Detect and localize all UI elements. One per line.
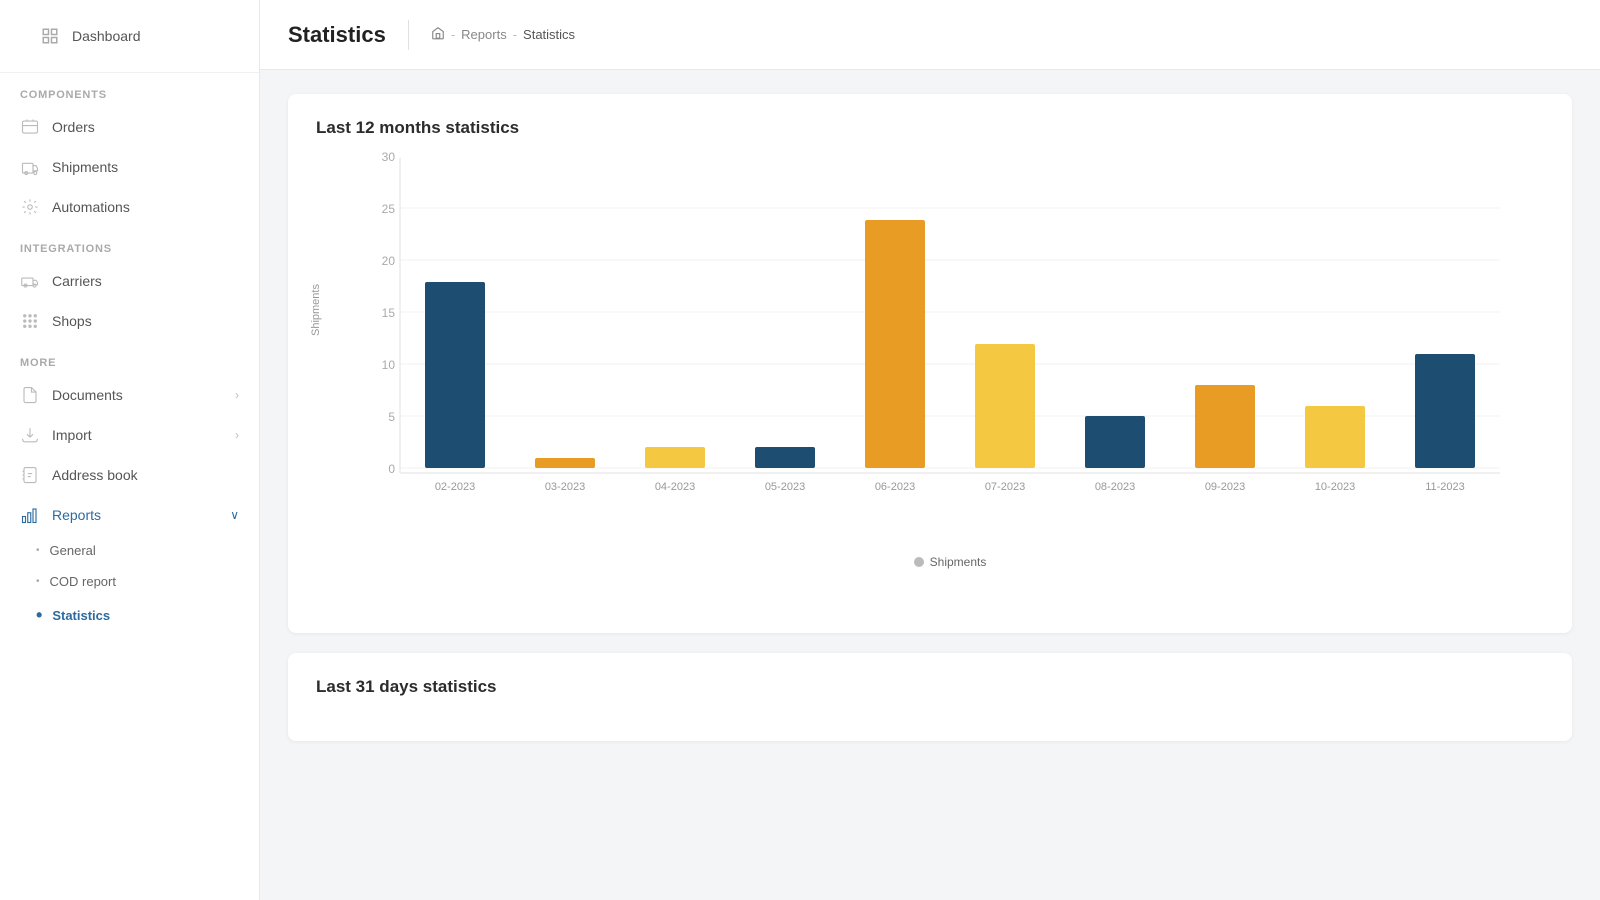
sidebar-section-components: COMPONENTS Orders Shipments Automations [0, 73, 259, 227]
sidebar-item-shipments-label: Shipments [52, 159, 118, 175]
sidebar-sub-cod[interactable]: • COD report [0, 566, 259, 597]
sidebar-item-dashboard[interactable]: Dashboard [20, 16, 239, 56]
sidebar-item-orders[interactable]: Orders [0, 107, 259, 147]
svg-text:10: 10 [382, 358, 396, 372]
breadcrumb-reports[interactable]: Reports [461, 27, 507, 42]
bar-06-2023 [865, 220, 925, 468]
svg-text:08-2023: 08-2023 [1095, 481, 1135, 493]
shipments-icon [20, 157, 40, 177]
breadcrumb: - Reports - Statistics [431, 26, 575, 43]
legend-dot-shipments [914, 557, 924, 567]
sidebar-section-more: MORE Documents › Import › Address book [0, 341, 259, 634]
statistics-bullet: • [36, 605, 42, 626]
svg-text:5: 5 [388, 410, 395, 424]
chart-12months-title: Last 12 months statistics [316, 118, 1544, 138]
sidebar-top: Dashboard [0, 0, 259, 73]
svg-text:30: 30 [382, 150, 396, 164]
sidebar-item-import[interactable]: Import › [0, 415, 259, 455]
page-title: Statistics [288, 22, 386, 48]
breadcrumb-home-icon[interactable] [431, 26, 445, 43]
reports-arrow-icon: ∨ [230, 508, 239, 522]
sidebar-item-shops-label: Shops [52, 313, 92, 329]
shops-icon [20, 311, 40, 331]
sidebar-item-documents[interactable]: Documents › [0, 375, 259, 415]
bar-07-2023 [975, 344, 1035, 468]
sidebar-item-address-book[interactable]: Address book [0, 455, 259, 495]
bar-08-2023 [1085, 416, 1145, 468]
svg-text:05-2023: 05-2023 [765, 481, 805, 493]
bar-04-2023 [645, 447, 705, 468]
bar-09-2023 [1195, 385, 1255, 468]
bar-02-2023 [425, 282, 485, 468]
documents-icon [20, 385, 40, 405]
sidebar-item-shipments[interactable]: Shipments [0, 147, 259, 187]
svg-text:06-2023: 06-2023 [875, 481, 915, 493]
sidebar-item-automations[interactable]: Automations [0, 187, 259, 227]
sidebar-item-address-book-label: Address book [52, 467, 138, 483]
sidebar-sub-cod-label: COD report [50, 574, 116, 589]
orders-icon [20, 117, 40, 137]
sidebar-sub-general-label: General [50, 543, 96, 558]
sidebar-sub-statistics-label: Statistics [52, 608, 110, 623]
bar-chart-12months: 0 5 10 15 20 25 30 02-2023 [356, 158, 1544, 538]
sidebar-item-carriers-label: Carriers [52, 273, 102, 289]
documents-arrow-icon: › [235, 388, 239, 402]
more-section-label: MORE [0, 341, 259, 375]
general-bullet: • [36, 545, 40, 556]
chart-31days-card: Last 31 days statistics [288, 653, 1572, 741]
content-area: Last 12 months statistics Shipments [260, 70, 1600, 765]
components-section-label: COMPONENTS [0, 73, 259, 107]
cod-bullet: • [36, 576, 40, 587]
sidebar-item-carriers[interactable]: Carriers [0, 261, 259, 301]
automations-icon [20, 197, 40, 217]
sidebar-item-reports[interactable]: Reports ∨ [0, 495, 259, 535]
svg-text:10-2023: 10-2023 [1315, 481, 1355, 493]
svg-text:20: 20 [382, 254, 396, 268]
bar-11-2023 [1415, 354, 1475, 468]
import-arrow-icon: › [235, 428, 239, 442]
chart-12months-card: Last 12 months statistics Shipments [288, 94, 1572, 633]
bar-05-2023 [755, 447, 815, 468]
sidebar-section-integrations: INTEGRATIONS Carriers Shops [0, 227, 259, 341]
sidebar-item-automations-label: Automations [52, 199, 130, 215]
sidebar-item-documents-label: Documents [52, 387, 123, 403]
import-icon [20, 425, 40, 445]
sidebar-item-reports-label: Reports [52, 507, 101, 523]
svg-text:07-2023: 07-2023 [985, 481, 1025, 493]
svg-text:15: 15 [382, 306, 396, 320]
main-content: Statistics - Reports - Statistics Last 1… [260, 0, 1600, 900]
sidebar-sub-statistics[interactable]: • Statistics [0, 597, 259, 634]
integrations-section-label: INTEGRATIONS [0, 227, 259, 261]
dashboard-label: Dashboard [72, 28, 141, 44]
svg-text:09-2023: 09-2023 [1205, 481, 1245, 493]
svg-text:02-2023: 02-2023 [435, 481, 475, 493]
sidebar-sub-general[interactable]: • General [0, 535, 259, 566]
sidebar-item-shops[interactable]: Shops [0, 301, 259, 341]
svg-text:11-2023: 11-2023 [1425, 481, 1465, 493]
sidebar: Dashboard COMPONENTS Orders Shipments Au… [0, 0, 260, 900]
breadcrumb-statistics: Statistics [523, 27, 575, 42]
y-axis-label: Shipments [310, 270, 322, 350]
svg-text:03-2023: 03-2023 [545, 481, 585, 493]
reports-icon [20, 505, 40, 525]
bar-10-2023 [1305, 406, 1365, 468]
address-book-icon [20, 465, 40, 485]
breadcrumb-sep2: - [513, 27, 517, 42]
bar-03-2023 [535, 458, 595, 468]
svg-text:04-2023: 04-2023 [655, 481, 695, 493]
sidebar-item-orders-label: Orders [52, 119, 95, 135]
chart-legend: Shipments [356, 555, 1544, 569]
svg-text:25: 25 [382, 202, 396, 216]
top-bar: Statistics - Reports - Statistics [260, 0, 1600, 70]
sidebar-item-import-label: Import [52, 427, 92, 443]
breadcrumb-sep1: - [451, 27, 455, 42]
legend-label-shipments: Shipments [930, 555, 987, 569]
dashboard-icon [40, 26, 60, 46]
top-bar-divider [408, 20, 409, 50]
carriers-icon [20, 271, 40, 291]
chart-31days-title: Last 31 days statistics [316, 677, 1544, 697]
svg-text:0: 0 [388, 462, 395, 476]
